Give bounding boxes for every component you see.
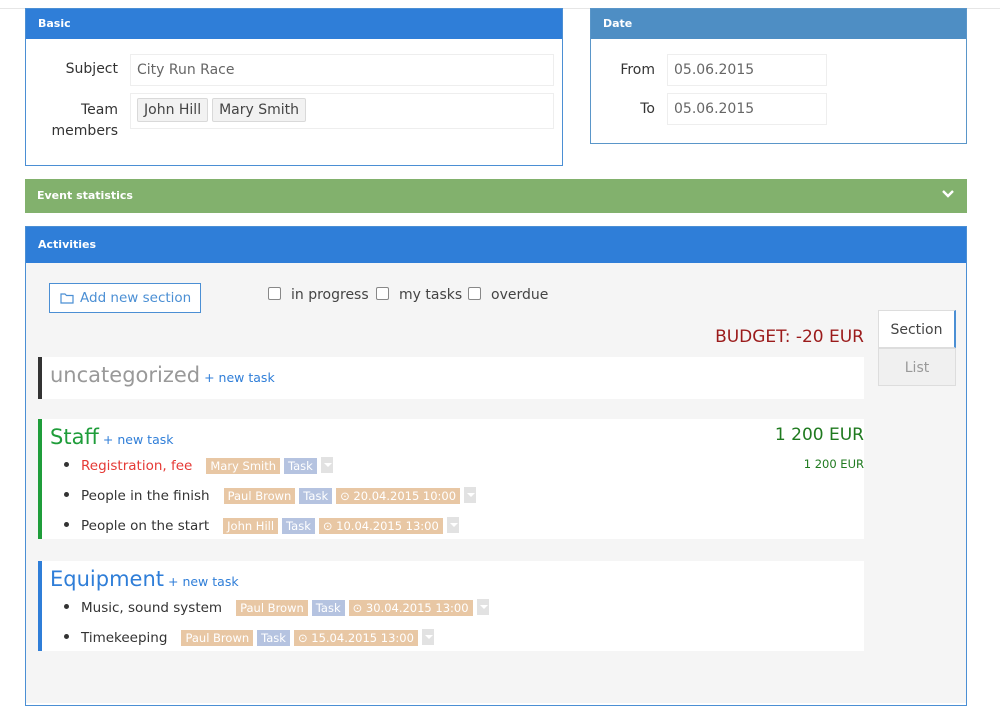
task-type-tag: Task xyxy=(311,600,345,616)
chevron-down-icon[interactable] xyxy=(941,187,955,201)
section-title: Equipment + new task xyxy=(50,567,239,591)
task-due-date: 20.04.2015 10:00 xyxy=(353,489,457,503)
section-title: uncategorized + new task xyxy=(50,363,275,387)
overdue-checkbox[interactable] xyxy=(468,287,481,300)
task-name[interactable]: Timekeeping xyxy=(81,630,167,646)
folder-icon xyxy=(60,293,74,304)
team-label-line2: members xyxy=(51,123,118,139)
task-due-date: 15.04.2015 13:00 xyxy=(311,631,414,645)
clock-icon: ⊙ xyxy=(322,519,337,533)
section-name: Equipment xyxy=(50,567,164,591)
clock-icon: ⊙ xyxy=(297,631,312,645)
activities-title: Activities xyxy=(26,227,966,263)
task-person-tag: John Hill xyxy=(223,518,279,534)
tab-section[interactable]: Section xyxy=(878,310,956,348)
task-item[interactable]: People in the finish Paul Brown Task ⊙ 20.0… xyxy=(64,487,477,505)
team-members-field[interactable]: John Hill Mary Smith xyxy=(130,93,554,129)
task-due-tag: ⊙ 20.04.2015 10:00 xyxy=(336,488,461,504)
add-new-section-label: Add new section xyxy=(80,290,192,306)
task-due-tag: ⊙ 30.04.2015 13:00 xyxy=(348,600,473,616)
section-name: Staff xyxy=(50,425,99,449)
task-amount: 1 200 EUR xyxy=(803,457,864,471)
in-progress-checkbox[interactable] xyxy=(268,287,281,300)
team-member-chip[interactable]: John Hill xyxy=(137,98,209,122)
task-person-tag: Paul Brown xyxy=(181,630,254,646)
filter-in-progress[interactable]: in progress xyxy=(268,287,369,303)
from-label: From xyxy=(620,62,655,78)
task-type-tag: Task xyxy=(299,488,333,504)
subject-label: Subject xyxy=(65,61,118,77)
section-staff: Staff + new task 1 200 EUR Registration, … xyxy=(38,419,864,539)
date-panel: Date From 05.06.2015 To 05.06.2015 xyxy=(590,8,967,144)
new-task-link[interactable]: + new task xyxy=(168,574,239,589)
clock-icon: ⊙ xyxy=(352,601,366,615)
clock-icon: ⊙ xyxy=(340,489,354,503)
task-item[interactable]: Timekeeping Paul Brown Task ⊙ 15.04.2015 13… xyxy=(64,629,434,647)
task-item[interactable]: Registration, fee Mary Smith Task xyxy=(64,457,333,475)
bullet xyxy=(64,522,69,527)
event-statistics-bar[interactable]: Event statistics xyxy=(25,179,967,213)
filter-my-tasks[interactable]: my tasks xyxy=(376,287,462,303)
task-person-tag: Paul Brown xyxy=(223,488,296,504)
task-person-tag: Paul Brown xyxy=(236,600,308,616)
task-name[interactable]: Music, sound system xyxy=(81,600,222,616)
filter-overdue[interactable]: overdue xyxy=(468,287,548,303)
task-type-tag: Task xyxy=(257,630,290,646)
basic-panel-title: Basic xyxy=(26,9,562,39)
team-members-label: Team members xyxy=(46,100,118,142)
activities-panel: Activities Add new section in progress m… xyxy=(25,226,967,706)
date-panel-title: Date xyxy=(591,9,966,39)
to-date-field[interactable]: 05.06.2015 xyxy=(667,93,827,125)
task-name[interactable]: People on the start xyxy=(81,518,209,534)
my-tasks-checkbox[interactable] xyxy=(376,287,389,300)
task-dropdown-toggle[interactable] xyxy=(421,629,434,645)
task-dropdown-toggle[interactable] xyxy=(476,599,489,615)
task-due-tag: ⊙ 10.04.2015 13:00 xyxy=(318,518,443,534)
view-tabs: Section List xyxy=(878,310,956,386)
to-label: To xyxy=(640,101,655,117)
task-due-tag: ⊙ 15.04.2015 13:00 xyxy=(293,630,418,646)
tab-list[interactable]: List xyxy=(878,348,956,386)
task-item[interactable]: People on the start John Hill Task ⊙ 10.04.… xyxy=(64,517,459,535)
section-name: uncategorized xyxy=(50,363,201,387)
task-type-tag: Task xyxy=(282,518,315,534)
new-task-link[interactable]: + new task xyxy=(204,370,275,385)
task-name[interactable]: People in the finish xyxy=(81,488,210,504)
task-dropdown-toggle[interactable] xyxy=(320,457,333,473)
task-dropdown-toggle[interactable] xyxy=(464,487,477,503)
overdue-label: overdue xyxy=(491,287,549,303)
task-name[interactable]: Registration, fee xyxy=(81,458,192,474)
new-task-link[interactable]: + new task xyxy=(103,432,174,447)
task-type-tag: Task xyxy=(284,458,317,474)
budget-total: BUDGET: -20 EUR xyxy=(715,327,864,347)
bullet xyxy=(64,634,69,639)
task-due-date: 30.04.2015 13:00 xyxy=(365,601,469,615)
basic-panel: Basic Subject City Run Race Team members… xyxy=(25,8,563,166)
team-label-line1: Team xyxy=(80,102,118,118)
bullet xyxy=(64,604,69,609)
activities-body: Add new section in progress my tasks ove… xyxy=(26,263,966,703)
bullet xyxy=(64,492,69,497)
section-title: Staff + new task xyxy=(50,425,173,449)
task-item[interactable]: Music, sound system Paul Brown Task ⊙ 30.04… xyxy=(64,599,489,617)
from-date-field[interactable]: 05.06.2015 xyxy=(667,54,827,86)
bullet xyxy=(64,462,69,467)
section-uncategorized: uncategorized + new task xyxy=(38,357,864,399)
task-person-tag: Mary Smith xyxy=(206,458,281,474)
task-dropdown-toggle[interactable] xyxy=(446,517,459,533)
task-due-date: 10.04.2015 13:00 xyxy=(336,519,439,533)
add-new-section-button[interactable]: Add new section xyxy=(49,283,201,313)
subject-field[interactable]: City Run Race xyxy=(130,54,554,86)
section-total: 1 200 EUR xyxy=(774,425,864,445)
section-equipment: Equipment + new task Music, sound system P… xyxy=(38,561,864,651)
event-statistics-title: Event statistics xyxy=(37,189,133,202)
in-progress-label: in progress xyxy=(291,287,369,303)
team-member-chip[interactable]: Mary Smith xyxy=(212,98,307,122)
my-tasks-label: my tasks xyxy=(399,287,463,303)
